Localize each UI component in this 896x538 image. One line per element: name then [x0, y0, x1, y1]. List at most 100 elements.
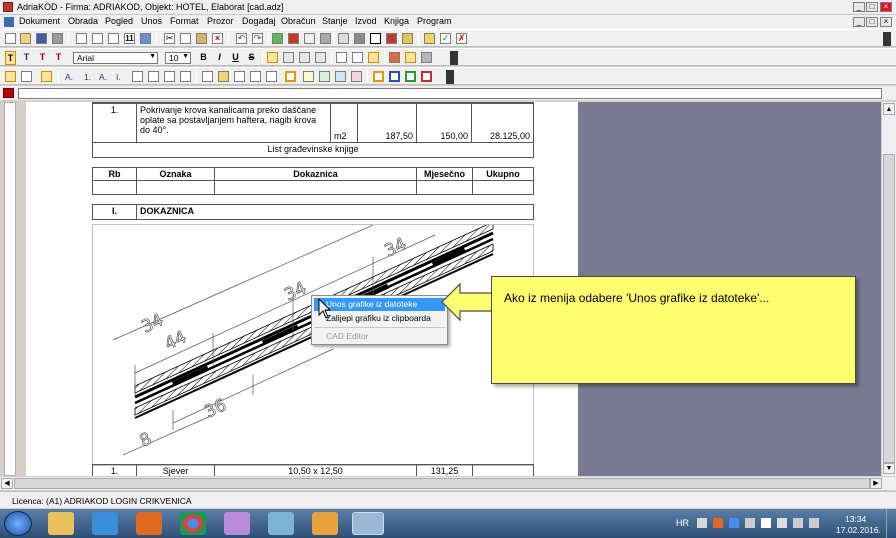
delete-icon[interactable]: × — [212, 33, 223, 44]
language-indicator[interactable]: HR — [676, 518, 689, 528]
text-style-4-icon[interactable]: T — [53, 51, 64, 63]
help-icon[interactable] — [424, 33, 435, 44]
align-left-icon[interactable] — [267, 52, 278, 63]
menu-stanje[interactable]: Stanje — [322, 16, 348, 26]
page-layout-icon[interactable] — [202, 71, 213, 82]
show-desktop-button[interactable] — [886, 509, 896, 538]
table-row[interactable]: I. DOKAZNICA — [92, 204, 534, 220]
image-icon[interactable] — [250, 71, 261, 82]
menu-unos[interactable]: Unos — [141, 16, 162, 26]
menu-obracun[interactable]: Obračun — [281, 16, 316, 26]
align-center-icon[interactable] — [283, 52, 294, 63]
tray-icon-6[interactable] — [777, 518, 787, 528]
new-icon[interactable] — [5, 33, 16, 44]
pencil-icon[interactable] — [402, 33, 413, 44]
page-icon[interactable] — [108, 33, 119, 44]
italic-button[interactable]: I — [214, 51, 225, 63]
header-icon[interactable] — [218, 71, 229, 82]
scroll-down-icon[interactable]: ▼ — [883, 462, 895, 474]
pen-icon[interactable] — [405, 52, 416, 63]
hscroll-thumb[interactable] — [14, 478, 870, 489]
cancel-icon[interactable]: ✗ — [456, 33, 467, 44]
number-icon[interactable]: 11 — [124, 33, 135, 44]
eraser-icon[interactable] — [421, 52, 432, 63]
start-button[interactable] — [4, 511, 32, 536]
menu-format[interactable]: Format — [170, 16, 199, 26]
tray-icon-2[interactable] — [713, 518, 723, 528]
menu-prozor[interactable]: Prozor — [207, 16, 234, 26]
doc-restore-icon[interactable]: □ — [866, 17, 878, 27]
lines-icon[interactable] — [41, 71, 52, 82]
explorer-icon[interactable] — [48, 512, 74, 535]
valign-bottom-icon[interactable] — [336, 52, 347, 63]
menu-pogled[interactable]: Pogled — [105, 16, 133, 26]
clock-date[interactable]: 17.02.2016. — [836, 525, 881, 535]
numbering-icon[interactable] — [148, 71, 159, 82]
grid-icon[interactable] — [320, 33, 331, 44]
tray-icon-3[interactable] — [729, 518, 739, 528]
entry-field[interactable] — [18, 88, 882, 99]
doc-minimize-icon[interactable]: _ — [853, 17, 865, 27]
valign-middle-icon[interactable] — [352, 52, 363, 63]
bg-green-icon[interactable] — [319, 71, 330, 82]
doc-close-icon[interactable]: × — [880, 17, 892, 27]
menu-item-paste-graphic-clipboard[interactable]: Zalijepi grafiku iz clipboarda — [314, 312, 445, 325]
font-select[interactable]: Arial ▼ — [73, 52, 158, 64]
copy-icon[interactable] — [180, 33, 191, 44]
print-icon[interactable] — [52, 33, 63, 44]
align-justify-icon[interactable] — [315, 52, 326, 63]
tray-icon-5[interactable] — [761, 518, 771, 528]
check-icon[interactable]: ✓ — [440, 33, 451, 44]
align-right-icon[interactable] — [299, 52, 310, 63]
bold-button[interactable]: B — [198, 51, 209, 63]
paste-icon[interactable] — [196, 33, 207, 44]
list-style-a[interactable]: A. — [65, 72, 73, 82]
frame-orange-icon[interactable] — [373, 71, 384, 82]
menu-dokument[interactable]: Dokument — [19, 16, 60, 26]
drawing-frame[interactable]: 34 34 34 44 36 8 — [92, 224, 534, 466]
maximize-icon[interactable]: □ — [866, 2, 878, 12]
bg-red-icon[interactable] — [351, 71, 362, 82]
toolbar-grip[interactable] — [446, 70, 454, 84]
text-style-3-icon[interactable]: T — [37, 51, 48, 63]
font-size-select[interactable]: 10 ▼ — [165, 52, 191, 64]
bg-blue-icon[interactable] — [335, 71, 346, 82]
border-orange-icon[interactable] — [285, 71, 296, 82]
save-icon[interactable] — [36, 33, 47, 44]
preview-icon[interactable] — [76, 33, 87, 44]
list-style-1[interactable]: 1. — [84, 72, 91, 82]
underline-button[interactable]: U — [230, 51, 241, 63]
paragraph-icon[interactable] — [5, 71, 16, 82]
network-icon[interactable] — [793, 518, 803, 528]
columns-icon[interactable] — [140, 33, 151, 44]
menu-program[interactable]: Program — [417, 16, 452, 26]
bg-yellow-icon[interactable] — [303, 71, 314, 82]
list-style-a2[interactable]: A. — [99, 72, 107, 82]
tray-icon-1[interactable] — [697, 518, 707, 528]
refresh-icon[interactable] — [272, 33, 283, 44]
frame-green-icon[interactable] — [405, 71, 416, 82]
outdent-icon[interactable] — [164, 71, 175, 82]
minimize-icon[interactable]: _ — [853, 2, 865, 12]
table-row[interactable] — [92, 180, 534, 195]
fill-icon[interactable] — [389, 52, 400, 63]
menu-izvod[interactable]: Izvod — [355, 16, 377, 26]
app-icon-7[interactable] — [312, 512, 338, 535]
truck-icon[interactable] — [354, 33, 365, 44]
paint-icon[interactable] — [224, 512, 250, 535]
vertical-scrollbar[interactable]: ▲ ▼ — [881, 102, 896, 476]
volume-icon[interactable] — [809, 518, 819, 528]
color-marker[interactable] — [3, 88, 14, 98]
app-icon-6[interactable] — [268, 512, 294, 535]
menu-obrada[interactable]: Obrada — [68, 16, 98, 26]
record-icon[interactable] — [386, 33, 397, 44]
menu-dogadaj[interactable]: Događaj — [242, 16, 276, 26]
cut-icon[interactable]: ✂ — [164, 33, 175, 44]
undo-icon[interactable]: ↶ — [236, 33, 247, 44]
list-style-i[interactable]: I. — [116, 72, 121, 82]
list-icon[interactable] — [304, 33, 315, 44]
toolbar-grip[interactable] — [883, 32, 891, 46]
menu-knjiga[interactable]: Knjiga — [384, 16, 409, 26]
media-player-icon[interactable] — [136, 512, 162, 535]
clock-time[interactable]: 13:34 — [845, 514, 866, 524]
